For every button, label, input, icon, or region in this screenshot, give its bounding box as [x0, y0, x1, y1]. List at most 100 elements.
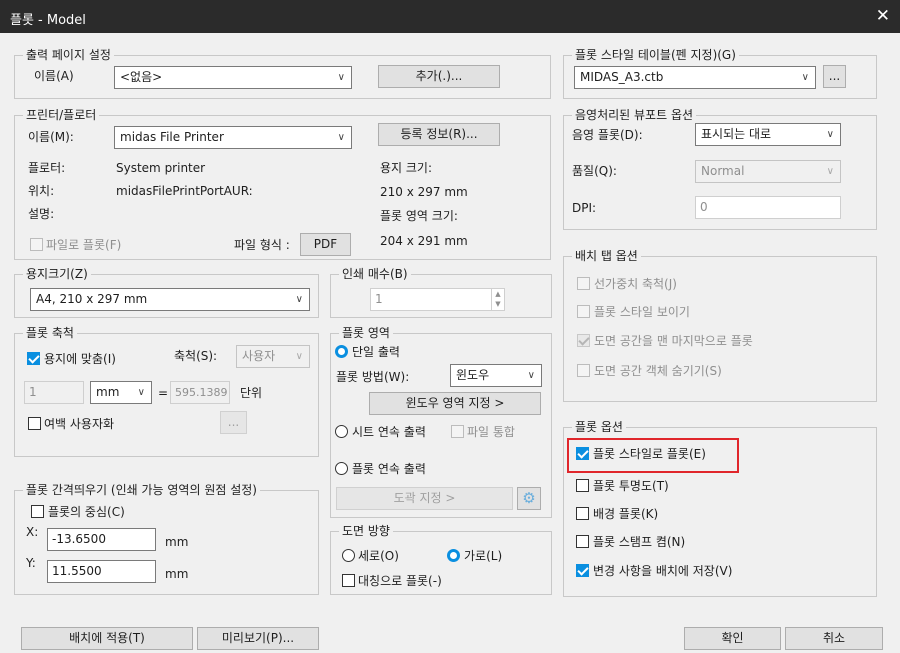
chevron-down-icon: ∨ — [295, 294, 303, 305]
close-icon[interactable]: ✕ — [876, 6, 890, 26]
plot-style-value: MIDAS_A3.ctb — [580, 70, 664, 84]
chevron-down-icon: ∨ — [801, 72, 809, 83]
printer-title: 프린터/플로터 — [23, 108, 100, 122]
shade-plot-select[interactable]: 표시되는 대로 ∨ — [695, 123, 841, 146]
background-plot-label: 배경 플롯(K) — [593, 507, 659, 521]
scale-value1-input[interactable]: 1 — [24, 381, 84, 404]
lineweight-scale-label: 선가중치 축척(J) — [594, 277, 677, 291]
add-page-setup-button[interactable]: 추가(.)... — [378, 65, 500, 88]
show-plot-style-checkbox[interactable] — [577, 305, 590, 318]
plot-style-edit-button[interactable]: ... — [823, 65, 846, 88]
plotter-value: System printer — [116, 161, 206, 175]
title-bar: 플롯 - Model ✕ — [0, 0, 900, 33]
scale-unit-label: 단위 — [240, 386, 263, 400]
plot-scale-title: 플롯 축척 — [23, 326, 77, 340]
dpi-value: 0 — [700, 200, 708, 214]
scale-value1: 1 — [29, 385, 37, 399]
plot-method-value: 윈도우 — [456, 368, 490, 382]
center-plot-checkbox[interactable] — [31, 505, 44, 518]
plot-with-styles-checkbox[interactable] — [576, 447, 589, 460]
shaded-viewport-title: 음영처리된 뷰포트 옵션 — [572, 108, 697, 122]
scale-value: 사용자 — [242, 349, 276, 363]
spin-down-icon[interactable]: ▼ — [492, 299, 504, 309]
location-label: 위치: — [28, 184, 55, 198]
plot-transparency-checkbox[interactable] — [576, 479, 589, 492]
save-to-layout-checkbox[interactable] — [576, 564, 589, 577]
upside-down-label: 대칭으로 플롯(-) — [358, 574, 442, 588]
spin-up-icon[interactable]: ▲ — [492, 289, 504, 299]
portrait-radio[interactable] — [342, 549, 355, 562]
window-area-button[interactable]: 윈도우 영역 지정 > — [369, 392, 541, 415]
apply-to-layout-button[interactable]: 배치에 적용(T) — [21, 627, 193, 650]
plot-style-select[interactable]: MIDAS_A3.ctb ∨ — [574, 66, 816, 89]
dpi-input[interactable]: 0 — [695, 196, 841, 219]
quality-select[interactable]: Normal ∨ — [695, 160, 841, 183]
center-plot-label: 플롯의 중심(C) — [48, 505, 125, 519]
plot-method-select[interactable]: 윈도우 ∨ — [450, 364, 542, 387]
y-offset-input[interactable]: 11.5500 — [47, 560, 156, 583]
plot-area-size-label: 플롯 영역 크기: — [380, 209, 458, 223]
plot-offset-title: 플롯 간격띄우기 (인쇄 가능 영역의 원점 설정) — [23, 483, 260, 497]
fit-to-paper-label: 용지에 맞춤(I) — [44, 352, 116, 366]
single-plot-radio[interactable] — [335, 345, 348, 358]
save-to-layout-label: 변경 사항을 배치에 저장(V) — [593, 564, 733, 578]
plot-transparency-label: 플롯 투명도(T) — [593, 479, 669, 493]
printer-name-value: midas File Printer — [120, 130, 224, 144]
drawing-frame-button[interactable]: 도곽 지정 > — [336, 487, 513, 510]
file-merge-checkbox[interactable] — [451, 425, 464, 438]
dpi-label: DPI: — [572, 201, 597, 215]
scale-value2-input[interactable]: 595.1389 — [170, 381, 230, 404]
chevron-down-icon: ∨ — [337, 72, 345, 83]
copies-input[interactable]: 1 — [370, 288, 505, 311]
plot-continuous-radio[interactable] — [335, 462, 348, 475]
shade-plot-label: 음영 플롯(D): — [572, 128, 643, 142]
scale-value2: 595.1389 — [175, 386, 228, 399]
upside-down-checkbox[interactable] — [342, 574, 355, 587]
file-format-button[interactable]: PDF — [300, 233, 351, 256]
background-plot-checkbox[interactable] — [576, 507, 589, 520]
paper-size-info-label: 용지 크기: — [380, 161, 433, 175]
page-setup-name-select[interactable]: <없음> ∨ — [114, 66, 352, 89]
chevron-down-icon: ∨ — [295, 351, 303, 362]
scale-unit-select[interactable]: mm ∨ — [90, 381, 152, 404]
y-offset-unit: mm — [165, 567, 189, 581]
quality-label: 품질(Q): — [572, 164, 617, 178]
landscape-radio[interactable] — [447, 549, 460, 562]
x-offset-unit: mm — [165, 535, 189, 549]
plot-stamp-label: 플롯 스탬프 켬(N) — [593, 535, 686, 549]
paper-size-title: 용지크기(Z) — [23, 267, 91, 281]
plot-with-styles-label: 플롯 스타일로 플롯(E) — [593, 447, 706, 461]
ok-button[interactable]: 확인 — [684, 627, 781, 650]
custom-margin-button[interactable]: ... — [220, 411, 247, 434]
fit-to-paper-checkbox[interactable] — [27, 352, 40, 365]
cancel-button[interactable]: 취소 — [785, 627, 883, 650]
x-offset-label: X: — [26, 525, 39, 539]
hide-paperspace-objects-checkbox[interactable] — [577, 364, 590, 377]
file-format-label: 파일 형식 : — [234, 238, 290, 252]
plot-to-file-checkbox[interactable] — [30, 238, 43, 251]
plotter-label: 플로터: — [28, 161, 66, 175]
printer-properties-button[interactable]: 등록 정보(R)... — [378, 123, 500, 146]
x-offset-input[interactable]: -13.6500 — [47, 528, 156, 551]
window-title: 플롯 - Model — [10, 13, 86, 28]
plot-stamp-checkbox[interactable] — [576, 535, 589, 548]
landscape-label: 가로(L) — [464, 549, 503, 563]
custom-margin-checkbox[interactable] — [28, 417, 41, 430]
scale-select[interactable]: 사용자 ∨ — [236, 345, 310, 368]
chevron-down-icon: ∨ — [137, 387, 145, 398]
plot-to-file-label: 파일로 플롯(F) — [46, 238, 122, 252]
copies-spinner[interactable]: ▲ ▼ — [491, 289, 504, 310]
orientation-title: 도면 방향 — [339, 524, 393, 538]
sheet-continuous-radio[interactable] — [335, 425, 348, 438]
page-setup-name-label: 이름(A) — [34, 69, 74, 83]
chevron-down-icon: ∨ — [527, 370, 535, 381]
paperspace-last-checkbox[interactable] — [577, 334, 590, 347]
preview-button[interactable]: 미리보기(P)... — [197, 627, 319, 650]
printer-name-select[interactable]: midas File Printer ∨ — [114, 126, 352, 149]
lineweight-scale-checkbox[interactable] — [577, 277, 590, 290]
file-merge-label: 파일 통합 — [467, 425, 515, 439]
gear-icon[interactable]: ⚙ — [517, 487, 541, 510]
chevron-down-icon: ∨ — [826, 166, 834, 177]
paper-size-select[interactable]: A4, 210 x 297 mm ∨ — [30, 288, 310, 311]
quality-value: Normal — [701, 164, 745, 178]
